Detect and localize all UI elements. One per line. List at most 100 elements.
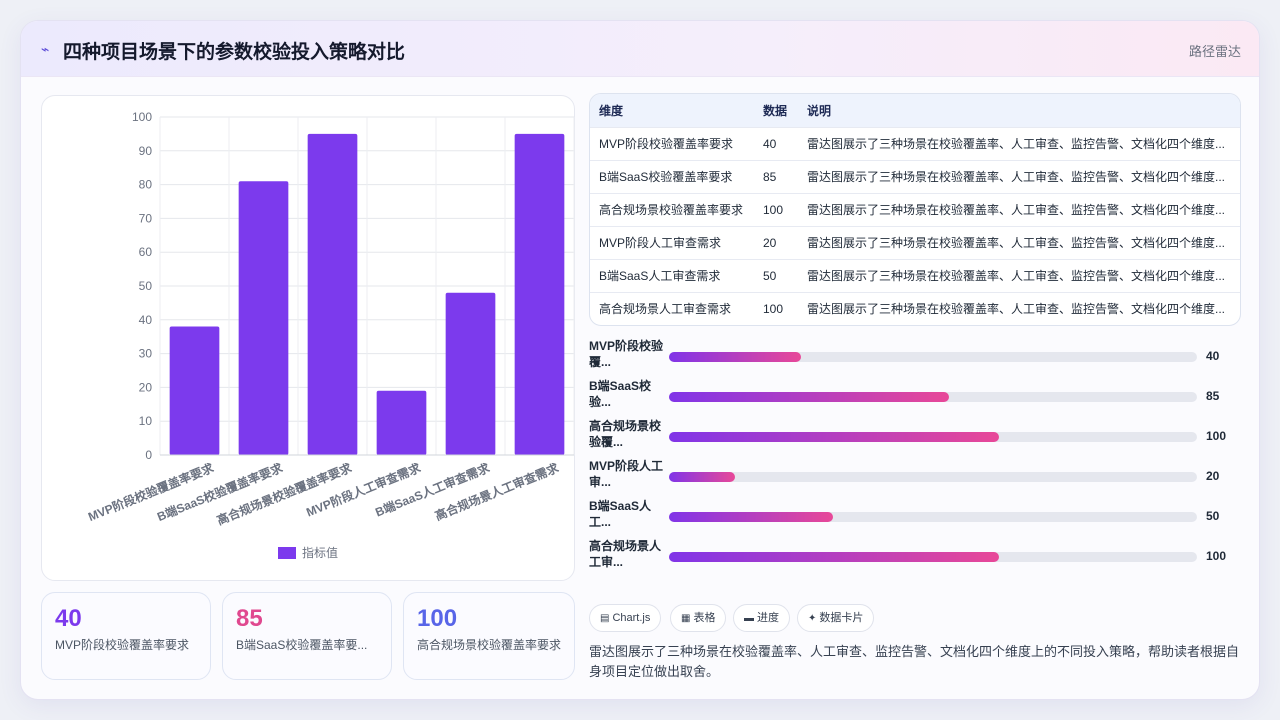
table-cell: 雷达图展示了三种场景在校验覆盖率、人工审查、监控告警、文档化四个维度... <box>798 126 1240 160</box>
progress-row: MVP阶段人工审... 20 <box>589 458 1249 498</box>
chip-data-card[interactable]: ✦ 数据卡片 <box>797 604 875 632</box>
stat-label: MVP阶段校验覆盖率要求 <box>55 638 190 652</box>
y-tick-label: 30 <box>139 347 153 361</box>
chip-progress[interactable]: ▬ 进度 <box>733 604 790 632</box>
progress-track <box>669 432 1197 442</box>
progress-value: 40 <box>1206 349 1220 363</box>
data-table-panel: 维度 数据 说明 MVP阶段校验覆盖率要求 40 雷达图展示了三种场景在校验覆盖… <box>589 93 1241 326</box>
table-cell: B端SaaS校验覆盖率要求 <box>590 159 754 193</box>
y-tick-label: 40 <box>139 313 153 327</box>
progress-fill <box>669 512 833 522</box>
progress-fill <box>669 352 801 362</box>
progress-track <box>669 512 1197 522</box>
table-cell: 100 <box>754 192 798 226</box>
bar <box>445 292 496 455</box>
progress-label: 高合规场景校验覆... <box>589 419 662 449</box>
legend-swatch <box>278 547 296 559</box>
progress-track <box>669 352 1197 362</box>
legend-label: 指标值 <box>302 545 338 560</box>
table-cell: 雷达图展示了三种场景在校验覆盖率、人工审查、监控告警、文档化四个维度... <box>798 291 1240 325</box>
table-cell: 20 <box>754 225 798 259</box>
chart-line-icon: ⌁ <box>41 41 50 57</box>
progress-row: 高合规场景校验覆... 100 <box>589 418 1249 458</box>
chip-chartjs[interactable]: ▤ Chart.js <box>589 604 662 632</box>
bar <box>307 133 358 455</box>
stat-value: 85 <box>236 605 263 632</box>
bar <box>169 326 220 455</box>
table-cell: MVP阶段校验覆盖率要求 <box>590 126 754 160</box>
table-cell: 50 <box>754 258 798 292</box>
progress-icon: ▬ <box>744 613 754 624</box>
y-tick-label: 100 <box>132 110 152 124</box>
chip-label: 进度 <box>757 612 779 624</box>
table-cell: 85 <box>754 159 798 193</box>
grid-icon: ▦ <box>681 613 691 624</box>
progress-track <box>669 552 1197 562</box>
header-bar: ⌁ 四种项目场景下的参数校验投入策略对比 路径雷达 <box>21 21 1259 77</box>
progress-value: 50 <box>1206 509 1220 523</box>
table-row: 高合规场景人工审查需求 100 雷达图展示了三种场景在校验覆盖率、人工审查、监控… <box>590 291 1240 325</box>
stat-value: 40 <box>55 605 82 632</box>
progress-label: B端SaaS人工... <box>589 499 652 529</box>
chip-label: 数据卡片 <box>819 612 864 624</box>
progress-fill <box>669 392 949 402</box>
progress-track <box>669 392 1197 402</box>
table-row: 高合规场景校验覆盖率要求 100 雷达图展示了三种场景在校验覆盖率、人工审查、监… <box>590 192 1240 226</box>
bar-chart-panel: 0 10 20 30 40 50 60 70 80 90 100 MVP阶段校验覆盖率要求 B端SaaS… <box>41 95 575 581</box>
y-tick-label: 50 <box>139 279 153 293</box>
stat-value: 100 <box>417 605 458 632</box>
progress-label: 高合规场景人工审... <box>589 539 662 569</box>
progress-label: MVP阶段人工审... <box>589 459 664 489</box>
bar <box>238 181 289 455</box>
data-table: 维度 数据 说明 MVP阶段校验覆盖率要求 40 雷达图展示了三种场景在校验覆盖… <box>590 94 1240 325</box>
progress-value: 100 <box>1206 429 1227 443</box>
description-text: 雷达图展示了三种场景在校验覆盖率、人工审查、监控告警、文档化四个维度上的不同投入… <box>589 644 1240 679</box>
progress-label: MVP阶段校验覆... <box>589 339 664 369</box>
table-row: B端SaaS校验覆盖率要求 85 雷达图展示了三种场景在校验覆盖率、人工审查、监… <box>590 159 1240 193</box>
stat-label: 高合规场景校验覆盖率要求 <box>417 638 562 652</box>
dashboard-card: ⌁ 四种项目场景下的参数校验投入策略对比 路径雷达 0 10 20 30 40 50 60 7… <box>20 20 1260 700</box>
progress-fill <box>669 472 735 482</box>
table-header-row: 维度 数据 说明 <box>590 94 1240 127</box>
chip-label: Chart.js <box>612 612 651 624</box>
table-header-cell: 说明 <box>798 94 1240 127</box>
progress-value: 20 <box>1206 469 1220 483</box>
stat-label: B端SaaS校验覆盖率要... <box>236 638 368 652</box>
chip-table[interactable]: ▦ 表格 <box>670 604 727 632</box>
sparkle-icon: ✦ <box>808 613 817 624</box>
progress-row: MVP阶段校验覆... 40 <box>589 338 1249 378</box>
bar-chart: 0102030405060708090100MVP阶段校验覆盖率要求B端SaaS… <box>86 110 575 560</box>
stat-card-3: 100 高合规场景校验覆盖率要求 <box>403 592 575 680</box>
table-cell: 100 <box>754 291 798 325</box>
y-tick-label: 0 <box>145 448 152 462</box>
table-header-cell: 数据 <box>754 94 798 127</box>
table-cell: 高合规场景人工审查需求 <box>590 291 754 325</box>
path-radar-link[interactable]: 路径雷达 <box>1189 41 1241 60</box>
table-cell: 40 <box>754 126 798 160</box>
progress-row: 高合规场景人工审... 100 <box>589 538 1249 578</box>
y-tick-label: 80 <box>139 178 153 192</box>
bar <box>514 133 565 455</box>
x-tick-label: MVP阶段校验覆盖率要求 <box>86 460 217 524</box>
table-cell: 雷达图展示了三种场景在校验覆盖率、人工审查、监控告警、文档化四个维度... <box>798 159 1240 193</box>
chip-label: 表格 <box>693 612 716 624</box>
stat-card-2: 85 B端SaaS校验覆盖率要... <box>222 592 392 680</box>
table-header-cell: 维度 <box>590 94 754 127</box>
table-icon: ▤ <box>600 613 610 624</box>
progress-row: B端SaaS校验... 85 <box>589 378 1249 418</box>
table-cell: B端SaaS人工审查需求 <box>590 258 754 292</box>
table-cell: 高合规场景校验覆盖率要求 <box>590 192 754 226</box>
progress-value: 85 <box>1206 389 1220 403</box>
progress-fill <box>669 432 999 442</box>
y-tick-label: 20 <box>139 380 153 394</box>
x-tick-label: 高合规场景人工审查需求 <box>433 460 562 524</box>
table-row: MVP阶段人工审查需求 20 雷达图展示了三种场景在校验覆盖率、人工审查、监控告… <box>590 225 1240 259</box>
progress-track <box>669 472 1197 482</box>
bar <box>376 390 427 455</box>
table-cell: MVP阶段人工审查需求 <box>590 225 754 259</box>
y-tick-label: 60 <box>139 245 153 259</box>
table-cell: 雷达图展示了三种场景在校验覆盖率、人工审查、监控告警、文档化四个维度... <box>798 258 1240 292</box>
x-tick-label: MVP阶段人工审查需求 <box>304 460 424 520</box>
y-tick-label: 90 <box>139 144 153 158</box>
progress-fill <box>669 552 999 562</box>
